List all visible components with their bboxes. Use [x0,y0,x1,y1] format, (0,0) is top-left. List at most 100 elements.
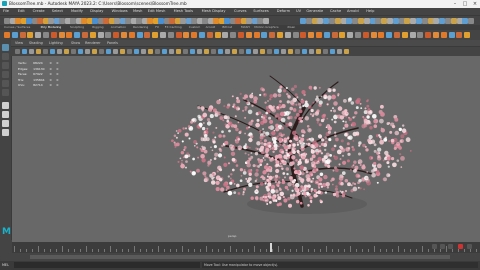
panel-toolbar-icon[interactable] [218,48,223,54]
play-forward-icon[interactable] [448,244,453,249]
layout-single-icon[interactable] [2,102,9,109]
shelf-tool-icon[interactable] [74,32,81,38]
settings-icon[interactable] [467,244,472,249]
shelf-tool-icon[interactable] [222,32,229,38]
shelf-tool-icon[interactable] [425,32,432,38]
shelf-tool-icon[interactable] [355,32,361,38]
shelf-tool-icon[interactable] [464,32,471,38]
panel-toolbar-icon[interactable] [316,48,321,54]
shelf-tool-icon[interactable] [121,32,127,38]
panel-toolbar-icon[interactable] [204,48,209,54]
menu-generate[interactable]: Generate [306,9,323,13]
shelf-tab[interactable]: Animation [111,25,126,29]
panel-toolbar-icon[interactable] [50,48,55,54]
shelf-tool-icon[interactable] [308,32,315,38]
shelf-tool-icon[interactable] [4,32,10,38]
panel-menu-item[interactable]: Show [71,41,80,45]
panel-toolbar-icon[interactable] [64,48,69,54]
shelf-tool-icon[interactable] [11,32,18,38]
panel-toolbar-icon[interactable] [29,48,34,54]
command-language-label[interactable]: MEL [2,263,9,267]
shelf-tool-icon[interactable] [347,32,354,38]
shelf-tool-icon[interactable] [43,32,49,38]
panel-toolbar-icon[interactable] [225,48,230,54]
panel-toolbar-icon[interactable] [288,48,293,54]
stop-icon[interactable] [440,244,445,249]
panel-toolbar-icon[interactable] [344,48,349,54]
render-icon[interactable] [468,17,475,24]
panel-toolbar-icon[interactable] [162,48,167,54]
shelf-tab[interactable]: Sculpting [70,25,84,29]
shelf-tab[interactable]: Custom [189,25,201,29]
shelf-tool-icon[interactable] [253,32,260,38]
shelf-tool-icon[interactable] [206,32,213,38]
shelf-tool-icon[interactable] [316,32,322,38]
shelf-tool-icon[interactable] [82,32,88,38]
shelf-tool-icon[interactable] [370,32,377,38]
shelf-tool-icon[interactable] [378,32,385,38]
command-input[interactable] [14,262,200,268]
play-back-icon[interactable] [432,244,437,249]
shelf-tab[interactable]: Rendering [133,25,148,29]
panel-menu-item[interactable]: Panels [107,41,118,45]
shelf-tool-icon[interactable] [136,32,143,38]
shelf-tool-icon[interactable] [58,32,65,38]
panel-menu-item[interactable]: Lighting [49,41,63,45]
shelf-tool-icon[interactable] [183,32,190,38]
shelf-tool-icon[interactable] [152,32,159,38]
auto-key-icon[interactable] [458,244,463,249]
shelf-tool-icon[interactable] [433,32,439,38]
range-slider[interactable] [0,253,480,261]
shelf-tool-icon[interactable] [66,32,73,38]
menu-modify[interactable]: Modify [71,9,83,13]
viewport-persp[interactable]: Verts: 68224 0 0 Edges: 136130 0 0 Faces: 67922 0 0… [12,56,480,242]
panel-toolbar-icon[interactable] [197,48,202,54]
shelf-tool-icon[interactable] [245,32,252,38]
shelf-tool-icon[interactable] [331,32,338,38]
status-line-icon[interactable] [262,17,269,24]
menu-arnold[interactable]: Arnold [347,9,359,13]
panel-menu-item[interactable]: Shading [29,41,43,45]
panel-toolbar-icon[interactable] [36,48,41,54]
move-tool-icon[interactable] [2,71,9,78]
menu-deform[interactable]: Deform [277,9,290,13]
shelf-tool-icon[interactable] [97,32,104,38]
shelf-tool-icon[interactable] [230,32,237,38]
shelf-tool-icon[interactable] [362,32,369,38]
menu-display[interactable]: Display [90,9,103,13]
shelf-tab[interactable]: Curves / Surfaces [4,25,30,29]
menu-curves[interactable]: Curves [234,9,246,13]
panel-toolbar-icon[interactable] [22,48,27,54]
panel-toolbar-icon[interactable] [330,48,335,54]
shelf-tool-icon[interactable] [269,32,276,38]
shelf-tool-icon[interactable] [214,32,221,38]
shelf-tab[interactable]: FX [155,25,159,29]
shelf-tab[interactable]: FX Caching [165,25,182,29]
panel-toolbar-icon[interactable] [323,48,328,54]
scale-tool-icon[interactable] [2,89,9,96]
panel-toolbar-icon[interactable] [274,48,279,54]
panel-toolbar-icon[interactable] [246,48,251,54]
panel-toolbar-icon[interactable] [99,48,104,54]
paint-tool-icon[interactable] [2,62,9,69]
panel-toolbar-icon[interactable] [176,48,181,54]
menu-edit-mesh[interactable]: Edit Mesh [148,9,166,13]
close-icon[interactable]: × [470,0,480,8]
layout-two-icon[interactable] [2,120,9,127]
render-icon[interactable] [363,17,370,24]
panel-toolbar-icon[interactable] [43,48,48,54]
shelf-tool-icon[interactable] [160,32,166,38]
panel-toolbar-icon[interactable] [113,48,118,54]
panel-toolbar-icon[interactable] [78,48,83,54]
menu-mesh-tools[interactable]: Mesh Tools [174,9,193,13]
render-icon[interactable] [450,17,457,24]
layout-outliner-icon[interactable] [2,129,9,136]
panel-toolbar-icon[interactable] [295,48,300,54]
panel-toolbar-icon[interactable] [134,48,139,54]
menu-edit[interactable]: Edit [18,9,25,13]
menu-surfaces[interactable]: Surfaces [253,9,269,13]
shelf-tab[interactable]: Bifrost [222,25,232,29]
shelf-tool-icon[interactable] [128,32,135,38]
panel-toolbar-icon[interactable] [15,48,20,54]
shelf-tab[interactable]: MASH [241,25,250,29]
